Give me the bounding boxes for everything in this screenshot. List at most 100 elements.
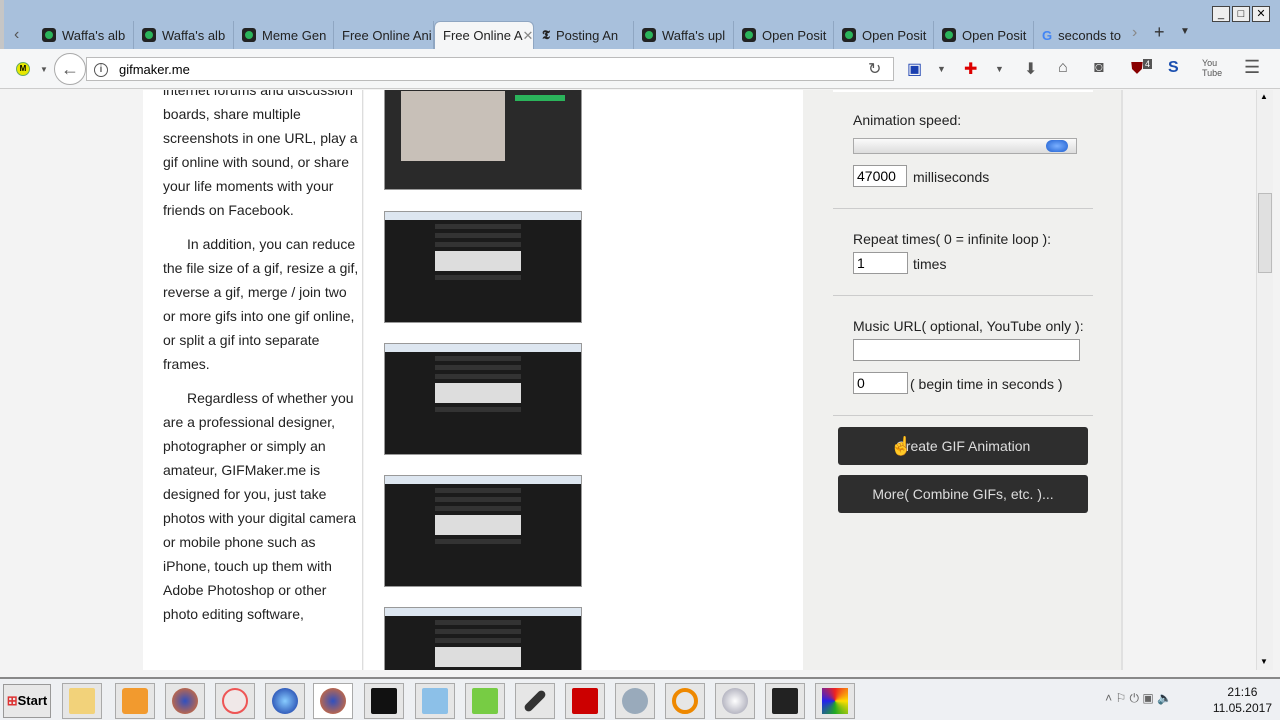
start-label: Start xyxy=(17,693,48,708)
scroll-thumb[interactable] xyxy=(1258,193,1272,273)
download-icon[interactable]: ⬇ xyxy=(1024,59,1037,79)
music-label: Music URL( optional, YouTube only ): xyxy=(853,318,1084,334)
slider-knob[interactable] xyxy=(1046,140,1068,152)
vertical-scrollbar[interactable]: ▲ ▼ xyxy=(1256,90,1273,670)
tab[interactable]: Meme Gen xyxy=(234,21,334,49)
clock-time[interactable]: 21:16 xyxy=(1213,684,1272,700)
tab-title: Open Posit xyxy=(962,27,1027,43)
speed-slider[interactable] xyxy=(853,138,1077,154)
tab[interactable]: Waffa's upl xyxy=(634,21,734,49)
speed-unit: milliseconds xyxy=(913,169,990,185)
minimize-icon[interactable]: _ xyxy=(1212,6,1230,22)
more-button[interactable]: More( Combine GIFs, etc. )... xyxy=(838,475,1088,513)
save-icon[interactable]: ▣ xyxy=(907,59,922,79)
music-url-input[interactable] xyxy=(853,339,1080,361)
tab-active[interactable]: Free Online A ✕ xyxy=(434,21,534,49)
filezilla-icon[interactable] xyxy=(565,683,605,719)
recorder-icon[interactable] xyxy=(765,683,805,719)
tab-favicon-icon xyxy=(242,28,256,42)
notepad-icon[interactable] xyxy=(465,683,505,719)
search-tool-icon[interactable] xyxy=(665,683,705,719)
tab-list-icon[interactable]: ▼ xyxy=(1180,26,1190,37)
tab-title: Free Online Ani xyxy=(342,27,432,43)
article-text: internet forums and discussion boards, s… xyxy=(143,90,363,670)
tray-icons[interactable]: ˄ ⚐ ⏻ ▣ 🔈 xyxy=(1105,690,1172,706)
tab[interactable]: Free Online Ani xyxy=(334,21,434,49)
dropdown-icon[interactable]: ▼ xyxy=(937,64,946,74)
screenshot-thumbnail[interactable] xyxy=(384,607,582,670)
close-window-icon[interactable]: ✕ xyxy=(1252,6,1270,22)
s-extension-icon[interactable]: S xyxy=(1168,59,1179,77)
windows-logo-icon: ⊞ xyxy=(6,693,18,708)
tab-scroll-right-icon[interactable]: › xyxy=(1132,24,1137,42)
microphone-icon[interactable] xyxy=(515,683,555,719)
tab[interactable]: Waffa's alb xyxy=(34,21,134,49)
tab-title: Open Posit xyxy=(862,27,927,43)
tab-title: Free Online A xyxy=(443,28,523,43)
hand-cursor-icon: ☝ xyxy=(890,436,913,456)
paragraph: internet forums and discussion boards, s… xyxy=(163,90,358,218)
nyt-icon: 𝕿 xyxy=(542,27,550,42)
dropdown-icon[interactable]: ▼ xyxy=(995,64,1004,74)
app-a-icon[interactable] xyxy=(215,683,255,719)
tab-title: Open Posit xyxy=(762,27,827,43)
maximize-icon[interactable]: □ xyxy=(1232,6,1250,22)
tab[interactable]: Open Posit xyxy=(734,21,834,49)
calculator-icon[interactable] xyxy=(415,683,455,719)
scroll-up-icon[interactable]: ▲ xyxy=(1260,92,1268,101)
cmd-icon[interactable] xyxy=(364,683,404,719)
screenshot-thumbnail[interactable] xyxy=(384,343,582,455)
repeat-label: Repeat times( 0 = infinite loop ): xyxy=(853,231,1052,247)
tab-scroll-left-icon[interactable]: ‹ xyxy=(14,26,19,44)
clock-date[interactable]: 11.05.2017 xyxy=(1213,700,1272,716)
start-button[interactable]: ⊞Start xyxy=(3,684,51,718)
tab-favicon-icon xyxy=(642,28,656,42)
paint-icon[interactable] xyxy=(815,683,855,719)
info-icon[interactable]: i xyxy=(94,63,108,77)
tab[interactable]: Open Posit xyxy=(934,21,1034,49)
firefox-icon[interactable] xyxy=(165,683,205,719)
dropdown-icon[interactable]: ▼ xyxy=(40,65,48,74)
media-player-icon[interactable] xyxy=(115,683,155,719)
tab-favicon-icon xyxy=(842,28,856,42)
scroll-down-icon[interactable]: ▼ xyxy=(1260,657,1268,666)
tab-favicon-icon xyxy=(942,28,956,42)
tab-favicon-icon xyxy=(742,28,756,42)
add-icon[interactable]: ✚ xyxy=(964,59,977,79)
extension-m-icon[interactable]: M xyxy=(16,62,30,76)
screenshot-thumbnail[interactable] xyxy=(384,211,582,323)
close-tab-icon[interactable]: ✕ xyxy=(523,28,534,44)
screenshot-thumbnail[interactable] xyxy=(384,90,582,190)
back-button[interactable]: ← xyxy=(54,53,86,85)
taskbar: ⊞Start ˄ ⚐ ⏻ ▣ 🔈 21:16 11.05.2017 xyxy=(0,677,1280,720)
tab[interactable]: 𝕿 Posting An xyxy=(534,21,634,49)
screenshot-gallery xyxy=(364,90,803,670)
network-tool-icon[interactable] xyxy=(615,683,655,719)
disc-icon[interactable] xyxy=(715,683,755,719)
home-icon[interactable]: ⌂ xyxy=(1058,59,1068,77)
youtube-icon[interactable]: You Tube xyxy=(1202,58,1222,78)
explorer-icon[interactable] xyxy=(62,683,102,719)
speed-input[interactable]: 47000 xyxy=(853,165,907,187)
reload-icon[interactable]: ↻ xyxy=(868,59,881,79)
settings-panel: Animation speed: 47000 milliseconds Repe… xyxy=(803,90,1123,670)
url-text: gifmaker.me xyxy=(119,62,190,77)
repeat-input[interactable]: 1 xyxy=(853,252,908,274)
webcam-image xyxy=(401,91,505,161)
ublock-icon[interactable]: ⛊ 4 xyxy=(1131,59,1153,78)
begin-time-input[interactable]: 0 xyxy=(853,372,908,394)
google-icon: G xyxy=(1042,27,1053,43)
firefox-active-icon[interactable] xyxy=(313,683,353,719)
new-tab-icon[interactable]: + xyxy=(1154,22,1165,43)
create-gif-button[interactable]: Create GIF Animation xyxy=(838,427,1088,465)
tab[interactable]: Gseconds to xyxy=(1034,21,1134,49)
tab[interactable]: Waffa's alb xyxy=(134,21,234,49)
tab[interactable]: Open Posit xyxy=(834,21,934,49)
ublock-badge: 4 xyxy=(1143,59,1153,69)
seamonkey-icon[interactable] xyxy=(265,683,305,719)
page-margin xyxy=(0,90,143,670)
url-bar[interactable]: gifmaker.me xyxy=(86,57,894,81)
pocket-icon[interactable]: ◙ xyxy=(1094,59,1104,77)
menu-icon[interactable]: ☰ xyxy=(1244,57,1260,78)
screenshot-thumbnail[interactable] xyxy=(384,475,582,587)
